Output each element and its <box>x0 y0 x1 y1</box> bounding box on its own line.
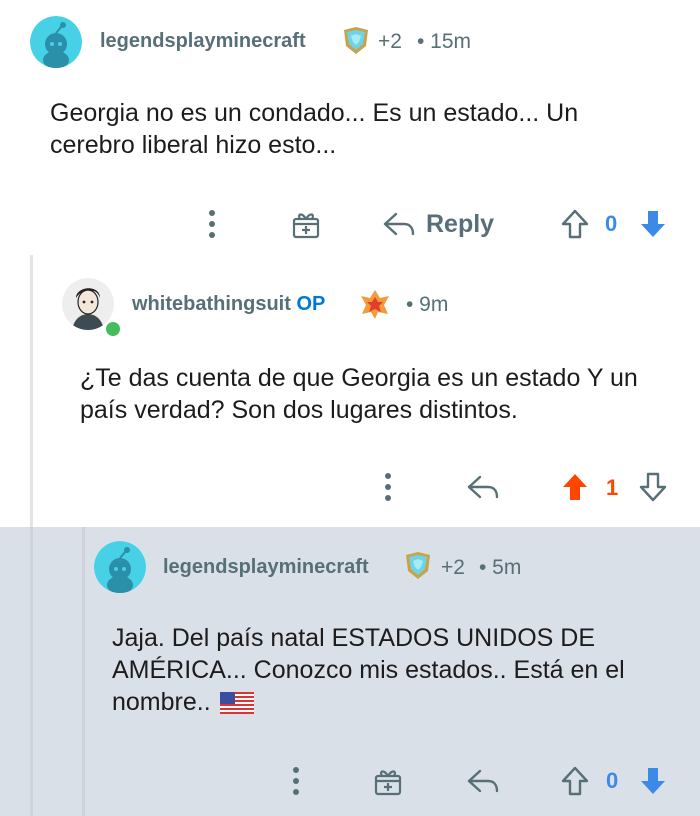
upvote-icon[interactable] <box>560 764 590 798</box>
achievement-badge-icon[interactable] <box>340 26 372 61</box>
downvote-icon[interactable] <box>638 764 668 798</box>
vote-score: 0 <box>606 768 619 793</box>
thread-line-nested[interactable] <box>82 527 85 816</box>
vote-score: 0 <box>605 211 618 236</box>
more-options-icon[interactable] <box>200 207 224 241</box>
online-status-dot <box>104 320 122 338</box>
timestamp: • 5m <box>479 556 522 579</box>
comment-line: nombre.. <box>112 688 211 716</box>
comment-line: cerebro liberal hizo esto... <box>50 131 337 159</box>
flair-count: +2 <box>378 30 402 53</box>
comment-body: Georgia no es un condado... Es un estado… <box>50 97 578 161</box>
username[interactable]: whitebathingsuit OP <box>132 293 325 316</box>
award-icon[interactable] <box>370 763 406 799</box>
achievement-badge-icon[interactable] <box>402 551 434 586</box>
timestamp: • 15m <box>417 30 472 53</box>
reply-button[interactable]: Reply <box>382 204 494 244</box>
reply-label: Reply <box>426 209 495 238</box>
upvote-icon[interactable] <box>560 470 590 504</box>
flair-count: +2 <box>441 556 465 579</box>
comment-body: Jaja. Del país natal ESTADOS UNIDOS DE A… <box>112 622 625 718</box>
avatar[interactable] <box>30 16 82 68</box>
username[interactable]: legendsplayminecraft <box>100 30 306 53</box>
avatar[interactable] <box>94 541 146 593</box>
more-options-icon[interactable] <box>284 764 308 798</box>
comment-line: país verdad? Son dos lugares distintos. <box>80 396 518 424</box>
us-flag-icon <box>219 692 254 714</box>
comment-body: ¿Te das cuenta de que Georgia es un esta… <box>80 362 638 426</box>
op-badge: OP <box>296 293 326 315</box>
downvote-icon[interactable] <box>638 470 668 504</box>
comment-line: Georgia no es un condado... Es un estado… <box>50 99 579 127</box>
achievement-badge-icon[interactable] <box>358 288 392 325</box>
award-icon[interactable] <box>288 206 324 242</box>
timestamp: • 9m <box>406 293 449 316</box>
comment-line: Jaja. Del país natal ESTADOS UNIDOS DE <box>112 624 596 652</box>
username-text: whitebathingsuit <box>132 293 291 315</box>
username[interactable]: legendsplayminecraft <box>163 556 369 579</box>
reply-arrow-icon[interactable] <box>466 472 500 502</box>
reply-arrow-icon[interactable] <box>466 766 500 796</box>
vote-score: 1 <box>606 475 619 500</box>
more-options-icon[interactable] <box>376 470 400 504</box>
upvote-icon[interactable] <box>560 207 590 241</box>
comment-line: ¿Te das cuenta de que Georgia es un esta… <box>80 364 638 392</box>
thread-line[interactable] <box>30 255 33 527</box>
comment-line: AMÉRICA... Conozco mis estados.. Está en… <box>112 656 625 684</box>
comment-line-with-emoji: nombre.. <box>112 686 625 718</box>
thread-line[interactable] <box>30 527 33 816</box>
reply-arrow-icon <box>383 212 415 236</box>
downvote-icon[interactable] <box>638 207 668 241</box>
